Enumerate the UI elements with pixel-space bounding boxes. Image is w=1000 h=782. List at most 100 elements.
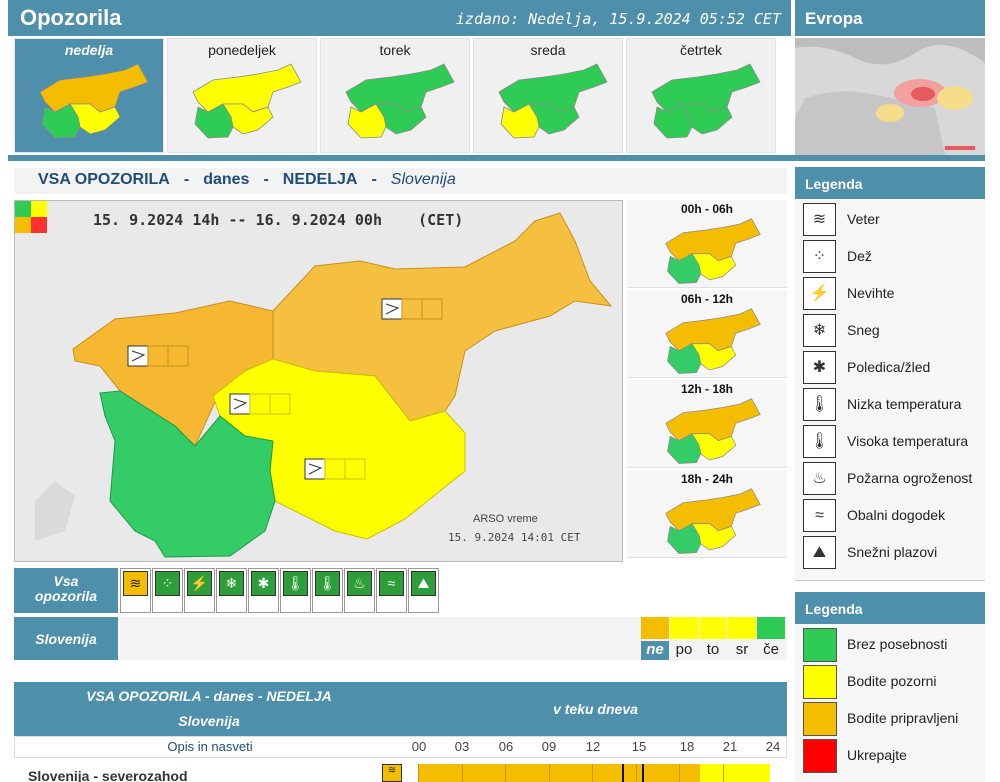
filter-nizka-temp-button[interactable]: 🌡 <box>280 568 311 613</box>
europe-header[interactable]: Evropa <box>795 0 985 36</box>
day-tab-label: četrtek <box>679 42 722 58</box>
table-row-region[interactable]: Slovenija - severozahod <box>28 768 188 782</box>
all-warnings-filter[interactable]: Vsa opozorila <box>14 568 118 613</box>
timeline-tick <box>461 764 463 782</box>
veter-icon: ≋ <box>803 203 836 236</box>
legend-title: Legenda <box>805 176 863 192</box>
timeline-tick <box>592 764 593 782</box>
day-tab[interactable]: nedelja <box>14 38 164 153</box>
legend-item-label: Dež <box>847 248 872 264</box>
hour-label: 12 <box>585 739 601 754</box>
snow-icon: ❄ <box>803 314 836 347</box>
rain-icon: ⁘ <box>803 240 836 273</box>
all-warnings-label-2: opozorila <box>34 588 98 604</box>
legend-level-label: Bodite pozorni <box>847 673 937 689</box>
legend-level-label: Bodite pripravljeni <box>847 710 959 726</box>
legend-level-label: Brez posebnosti <box>847 636 948 652</box>
legend-item-label: Snežni plazovi <box>847 544 938 560</box>
period-panel[interactable]: 06h - 12h <box>627 290 787 378</box>
day-level-square[interactable] <box>757 617 785 639</box>
period-map <box>665 218 761 284</box>
timeline-tick <box>548 764 550 782</box>
tips-link[interactable]: Opis in nasveti <box>15 739 405 754</box>
day-level-square[interactable] <box>670 617 698 639</box>
day-map <box>651 63 761 139</box>
filter-visoka-temp-button[interactable]: 🌡 <box>312 568 343 613</box>
period-map <box>665 488 761 554</box>
section-heading: VSA OPOZORILA - danes - NEDELJA - Slovenija <box>14 168 787 194</box>
day-abbrev[interactable]: ne <box>641 641 669 660</box>
level-swatch <box>803 665 837 699</box>
timeline-segment <box>700 764 770 782</box>
period-panel[interactable]: 00h - 06h <box>627 200 787 288</box>
day-tab[interactable]: ponedeljek <box>167 38 317 153</box>
period-label: 00h - 06h <box>680 202 734 216</box>
region-north <box>345 63 455 113</box>
storm-icon: ⚡ <box>803 277 836 310</box>
legend-level-item: Ukrepajte <box>803 739 983 773</box>
legend-item-label: Poledica/žled <box>847 359 931 375</box>
day-tab-label: sreda <box>530 42 566 58</box>
region-filter-label: Slovenija <box>35 631 97 647</box>
day-level-square[interactable] <box>641 617 669 639</box>
timeline-tick <box>635 764 637 782</box>
obalni-icon: ≈ <box>379 571 404 596</box>
high-temp-icon: 🌡 <box>803 425 836 458</box>
coastal-icon: ≈ <box>803 499 836 532</box>
region-filter[interactable]: Slovenija <box>14 617 118 660</box>
filter-dez-button[interactable]: ⁘ <box>152 568 183 613</box>
sneg-icon: ❄ <box>219 571 244 596</box>
filter-poledica-button[interactable]: ✱ <box>248 568 279 613</box>
day-tab[interactable]: sreda <box>473 38 623 153</box>
day-level-square[interactable] <box>728 617 756 639</box>
day-tab[interactable]: četrtek <box>626 38 776 153</box>
slovenia-map <box>15 201 622 561</box>
legend-level-item: Bodite pripravljeni <box>803 702 983 736</box>
day-abbrev[interactable]: po <box>670 641 698 660</box>
divider-bar <box>8 155 985 161</box>
warning-level-legend: Brez posebnosti Bodite pozorni Bodite prip… <box>795 624 985 782</box>
day-map <box>498 63 608 139</box>
region-north <box>651 63 761 113</box>
map-legend-orange <box>15 217 31 233</box>
europe-map[interactable] <box>795 38 985 155</box>
map-timestamp: 15. 9.2024 14:01 CET <box>448 531 581 544</box>
day-tab-label: torek <box>379 42 411 58</box>
period-panel[interactable]: 12h - 18h <box>627 380 787 468</box>
filter-plazovi-button[interactable]: ⛰ <box>408 568 439 613</box>
heading-today: danes <box>203 171 250 188</box>
legend-item: ⁘ Dež <box>803 240 983 274</box>
heading-separator: - <box>183 171 190 188</box>
day-abbrev[interactable]: to <box>699 641 727 660</box>
avalanche-icon: ⛰ <box>803 536 836 569</box>
filter-veter-button[interactable]: ≋ <box>120 568 151 613</box>
nizka-temp-icon: 🌡 <box>283 571 308 596</box>
hour-label: 00 <box>411 739 427 754</box>
map-period-label: 15. 9.2024 14h -- 16. 9.2024 00h (CET) <box>93 211 464 229</box>
day-abbrev[interactable]: če <box>757 641 785 660</box>
table-subheader: Opis in nasveti 00 03 06 09 12 15 18 21 24 <box>14 736 787 758</box>
level-swatch <box>803 628 837 662</box>
filter-pozar-button[interactable]: ♨ <box>344 568 375 613</box>
legend-title: Legenda <box>805 601 863 617</box>
period-panel[interactable]: 18h - 24h <box>627 470 787 558</box>
legend-item-label: Sneg <box>847 322 880 338</box>
nevihte-icon: ⚡ <box>187 571 212 596</box>
filter-nevihte-button[interactable]: ⚡ <box>184 568 215 613</box>
timeline-segment <box>418 764 700 782</box>
level-swatch <box>803 739 837 773</box>
legend-level-item: Brez posebnosti <box>803 628 983 662</box>
warnings-table-header: VSA OPOZORILA - danes - NEDELJA Slovenij… <box>14 682 787 736</box>
main-warning-map[interactable]: 15. 9.2024 14h -- 16. 9.2024 00h (CET) A… <box>14 200 623 562</box>
day-tab[interactable]: torek <box>320 38 470 153</box>
day-level-square[interactable] <box>699 617 727 639</box>
hour-label: 21 <box>722 739 738 754</box>
filter-obalni-button[interactable]: ≈ <box>376 568 407 613</box>
day-map <box>345 63 455 139</box>
wind-icon: ≋ <box>382 764 402 782</box>
filter-sneg-button[interactable]: ❄ <box>216 568 247 613</box>
day-abbrev[interactable]: sr <box>728 641 756 660</box>
heading-location: Slovenija <box>390 171 456 188</box>
legend-item-label: Požarna ogroženost <box>847 470 973 486</box>
day-tab-label: nedelja <box>64 42 114 58</box>
